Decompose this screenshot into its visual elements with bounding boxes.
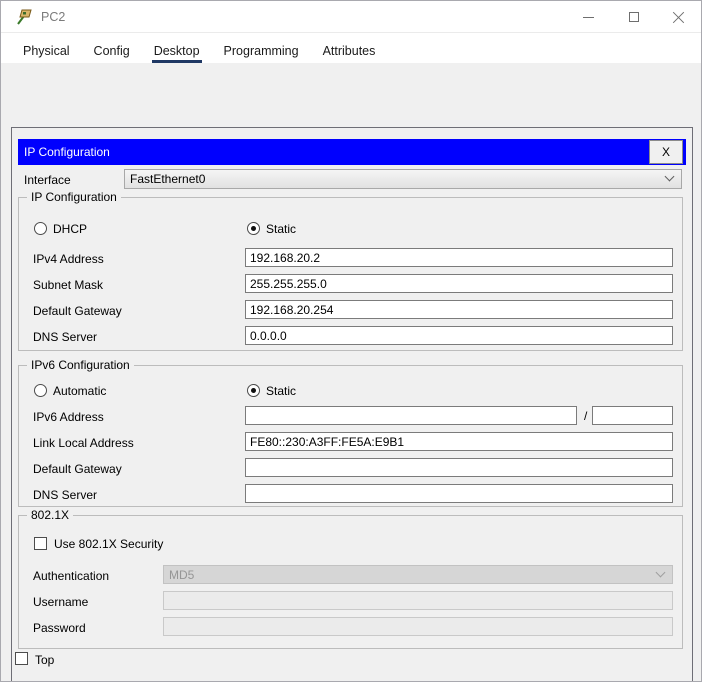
maximize-icon xyxy=(628,12,639,22)
subnet-mask-label: Subnet Mask xyxy=(33,278,104,292)
close-button[interactable] xyxy=(656,1,701,33)
ipv4-address-label: IPv4 Address xyxy=(33,252,104,266)
username-input xyxy=(163,591,673,610)
ipv6-automatic-radio-label[interactable]: Automatic xyxy=(53,384,106,398)
authentication-dropdown: MD5 xyxy=(163,565,673,584)
ipv4-default-gateway-input[interactable] xyxy=(245,300,673,319)
chevron-down-icon xyxy=(664,171,675,182)
interface-dropdown[interactable]: FastEthernet0 xyxy=(124,169,682,189)
ipv4-static-radio-label[interactable]: Static xyxy=(266,222,296,236)
tab-config[interactable]: Config xyxy=(92,33,132,63)
ipv6-default-gateway-label: Default Gateway xyxy=(33,462,122,476)
dialog-title: IP Configuration xyxy=(24,145,110,159)
ip-configuration-group: IP Configuration DHCP Static IPv4 Addres… xyxy=(18,190,683,351)
tab-bar: Physical Config Desktop Programming Attr… xyxy=(1,33,701,63)
ipv6-prefix-separator: / xyxy=(584,409,588,423)
use-8021x-security-checkbox[interactable] xyxy=(34,537,47,550)
tab-physical[interactable]: Physical xyxy=(21,33,72,63)
ip-configuration-dialog: IP Configuration X Interface FastEtherne… xyxy=(11,127,693,681)
link-local-address-label: Link Local Address xyxy=(33,436,134,450)
ipv6-default-gateway-input[interactable] xyxy=(245,458,673,477)
dhcp-radio[interactable] xyxy=(34,222,47,235)
authentication-dropdown-value: MD5 xyxy=(169,567,195,582)
tab-programming[interactable]: Programming xyxy=(222,33,301,63)
minimize-icon xyxy=(583,16,594,18)
ipv6-address-input[interactable] xyxy=(245,406,577,425)
ipv6-prefix-input[interactable] xyxy=(592,406,673,425)
dhcp-radio-label[interactable]: DHCP xyxy=(53,222,87,236)
minimize-button[interactable] xyxy=(566,1,611,33)
packet-tracer-device-icon xyxy=(17,9,32,25)
interface-dropdown-value: FastEthernet0 xyxy=(130,172,206,186)
ipv4-dns-server-label: DNS Server xyxy=(33,330,98,344)
interface-label: Interface xyxy=(24,173,71,187)
tab-desktop[interactable]: Desktop xyxy=(151,33,202,63)
top-checkbox-label[interactable]: Top xyxy=(35,653,54,667)
window-title: PC2 xyxy=(41,9,66,24)
use-8021x-security-label[interactable]: Use 802.1X Security xyxy=(54,537,163,551)
ipv6-static-radio-label[interactable]: Static xyxy=(266,384,296,398)
window-controls xyxy=(566,1,701,33)
close-icon xyxy=(672,11,685,24)
ipv4-static-radio[interactable] xyxy=(247,222,260,235)
password-label: Password xyxy=(33,621,86,635)
username-label: Username xyxy=(33,595,89,609)
ipv4-dns-server-input[interactable] xyxy=(245,326,673,345)
desktop-content-area: IP Configuration X Interface FastEtherne… xyxy=(1,63,701,681)
title-bar: PC2 xyxy=(1,1,701,33)
tab-attributes[interactable]: Attributes xyxy=(321,33,378,63)
ipv6-dns-server-label: DNS Server xyxy=(33,488,98,502)
dot1x-group-legend: 802.1X xyxy=(27,508,74,522)
subnet-mask-input[interactable] xyxy=(245,274,673,293)
chevron-down-icon xyxy=(655,567,666,577)
top-checkbox[interactable] xyxy=(15,652,28,665)
authentication-label: Authentication xyxy=(33,569,110,583)
dot1x-group: 802.1X Use 802.1X Security Authenticatio… xyxy=(18,508,683,649)
password-input xyxy=(163,617,673,636)
ip-group-legend: IP Configuration xyxy=(27,190,121,204)
ipv4-default-gateway-label: Default Gateway xyxy=(33,304,122,318)
ipv4-address-input[interactable] xyxy=(245,248,673,267)
ipv6-address-label: IPv6 Address xyxy=(33,410,104,424)
ipv6-configuration-group: IPv6 Configuration Automatic Static IPv6… xyxy=(18,358,683,507)
ipv6-automatic-radio[interactable] xyxy=(34,384,47,397)
pc2-window: PC2 Physical Config Desktop Programming … xyxy=(0,0,702,682)
maximize-button[interactable] xyxy=(611,1,656,33)
link-local-address-input[interactable] xyxy=(245,432,673,451)
dialog-close-button[interactable]: X xyxy=(649,140,683,164)
ipv6-dns-server-input[interactable] xyxy=(245,484,673,503)
dialog-header: IP Configuration X xyxy=(18,139,686,165)
ipv6-group-legend: IPv6 Configuration xyxy=(27,358,134,372)
ipv6-static-radio[interactable] xyxy=(247,384,260,397)
